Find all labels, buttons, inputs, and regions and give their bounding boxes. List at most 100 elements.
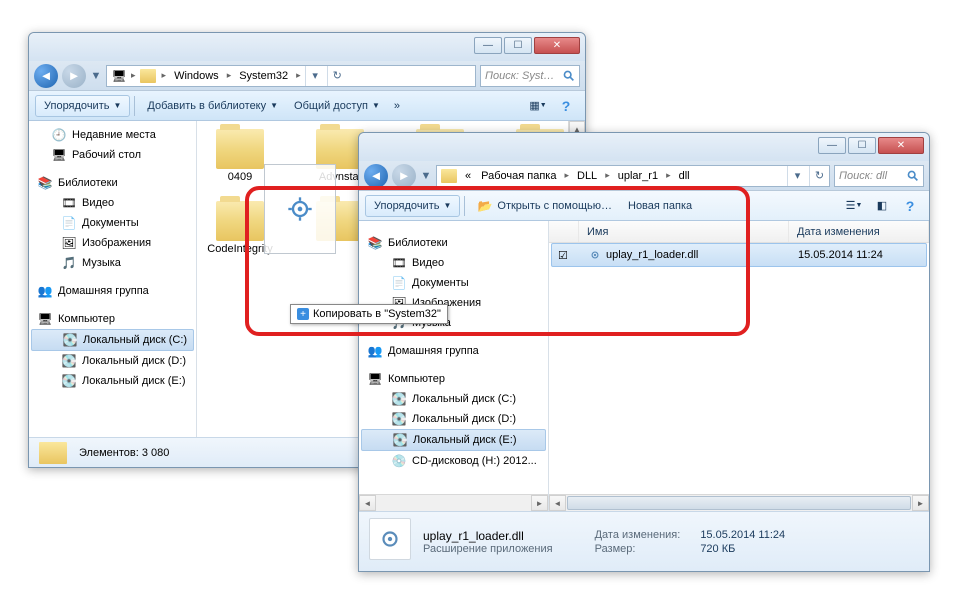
drive-icon: 💽	[391, 391, 407, 407]
nav-libraries[interactable]: 📚Библиотеки	[29, 173, 196, 193]
nav-desktop[interactable]: 🖥Рабочий стол	[29, 145, 196, 165]
folder-icon	[216, 201, 264, 241]
minimize-button[interactable]: —	[818, 137, 846, 154]
close-button[interactable]: ✕	[878, 137, 924, 154]
open-icon: 📂	[477, 198, 493, 214]
search-input[interactable]: Поиск: Syst…	[480, 65, 580, 87]
nav-recent[interactable]: 🕘Недавние места	[29, 125, 196, 145]
desktop-icon: 🖥	[51, 147, 67, 163]
history-dropdown[interactable]: ▼	[420, 170, 432, 182]
preview-pane-button[interactable]: ◧	[869, 195, 895, 217]
details-size-label: Размер:	[595, 543, 681, 555]
crumb-0[interactable]: Рабочая папка	[477, 170, 560, 182]
add-to-library-button[interactable]: Добавить в библиотеку ▼	[139, 96, 286, 116]
folder-item[interactable]: 0409	[205, 129, 275, 183]
navigation-pane: 📚Библиотеки 🎞Видео 📄Документы 🖼Изображен…	[359, 221, 549, 511]
file-name: uplay_r1_loader.dll	[606, 249, 698, 261]
checkbox-icon[interactable]: ☑	[558, 249, 568, 262]
nav-drive-d[interactable]: 💽Локальный диск (D:)	[359, 409, 548, 429]
organize-button[interactable]: Упорядочить ▼	[365, 195, 460, 217]
refresh-button[interactable]: ↻	[809, 166, 829, 186]
recent-icon: 🕘	[51, 127, 67, 143]
back-button[interactable]: ◄	[34, 64, 58, 88]
drive-icon: 💽	[391, 411, 407, 427]
address-bar: ◄ ► ▼ « Рабочая папка▸ DLL▸ uplar_r1▸ dl…	[359, 161, 929, 191]
search-placeholder: Поиск: Syst…	[485, 70, 554, 82]
music-icon: 🎵	[61, 255, 77, 271]
titlebar[interactable]: — ☐ ✕	[359, 133, 929, 161]
file-list[interactable]: Имя Дата изменения ☑ uplay_r1_loader.dll…	[549, 221, 929, 511]
back-button[interactable]: ◄	[364, 164, 388, 188]
file-row[interactable]: ☑ uplay_r1_loader.dll 15.05.2014 11:24	[551, 243, 927, 267]
video-icon: 🎞	[391, 255, 407, 271]
nav-videos[interactable]: 🎞Видео	[359, 253, 548, 273]
titlebar[interactable]: — ☐ ✕	[29, 33, 585, 61]
nav-computer[interactable]: 🖥Компьютер	[29, 309, 196, 329]
history-dropdown[interactable]: ▼	[90, 70, 102, 82]
help-button[interactable]: ?	[897, 195, 923, 217]
folder-item[interactable]: CodeIntegrity	[205, 201, 275, 255]
video-icon: 🎞	[61, 195, 77, 211]
open-with-button[interactable]: 📂Открыть с помощью…	[469, 194, 620, 218]
folder-icon	[39, 442, 67, 464]
folder-icon	[316, 129, 364, 169]
help-button[interactable]: ?	[553, 95, 579, 117]
view-options-button[interactable]: ▦ ▼	[525, 95, 551, 117]
organize-button[interactable]: Упорядочить ▼	[35, 95, 130, 117]
drive-icon: 💽	[61, 373, 77, 389]
search-input[interactable]: Поиск: dll	[834, 165, 924, 187]
nav-libraries[interactable]: 📚Библиотеки	[359, 233, 548, 253]
new-folder-button[interactable]: Новая папка	[620, 196, 700, 216]
col-checkbox[interactable]	[549, 221, 579, 242]
share-button[interactable]: Общий доступ ▼	[286, 96, 388, 116]
maximize-button[interactable]: ☐	[848, 137, 876, 154]
folder-icon	[316, 201, 364, 241]
homegroup-icon: 👥	[37, 283, 53, 299]
refresh-button[interactable]: ↻	[327, 66, 347, 86]
col-name[interactable]: Имя	[579, 221, 789, 242]
address-dropdown[interactable]: ▾	[305, 66, 325, 86]
crumb-system32[interactable]: System32	[235, 70, 292, 82]
search-icon	[906, 169, 919, 182]
sidebar-scrollbar[interactable]: ◄►	[359, 494, 548, 511]
nav-documents[interactable]: 📄Документы	[29, 213, 196, 233]
nav-drive-h[interactable]: 💿CD-дисковод (H:) 2012...	[359, 451, 548, 471]
address-dropdown[interactable]: ▾	[787, 166, 807, 186]
nav-homegroup[interactable]: 👥Домашняя группа	[359, 341, 548, 361]
nav-drive-e[interactable]: 💽Локальный диск (E:)	[29, 371, 196, 391]
copy-tooltip: + Копировать в "System32"	[290, 304, 448, 324]
computer-icon: 🖥	[367, 371, 383, 387]
nav-drive-e[interactable]: 💽Локальный диск (E:)	[361, 429, 546, 451]
nav-drive-d[interactable]: 💽Локальный диск (D:)	[29, 351, 196, 371]
crumb-overflow[interactable]: «	[461, 170, 475, 182]
crumb-3[interactable]: dll	[675, 170, 694, 182]
details-filename: uplay_r1_loader.dll	[423, 529, 553, 543]
maximize-button[interactable]: ☐	[504, 37, 532, 54]
scrollbar-horizontal[interactable]: ◄►	[549, 494, 929, 511]
crumb-1[interactable]: DLL	[573, 170, 601, 182]
picture-icon: 🖼	[61, 235, 77, 251]
crumb-windows[interactable]: Windows	[170, 70, 223, 82]
close-button[interactable]: ✕	[534, 37, 580, 54]
search-icon	[562, 69, 575, 82]
crumb-2[interactable]: uplar_r1	[614, 170, 662, 182]
forward-button[interactable]: ►	[392, 164, 416, 188]
nav-homegroup[interactable]: 👥Домашняя группа	[29, 281, 196, 301]
view-options-button[interactable]: ☰ ▼	[841, 195, 867, 217]
nav-computer[interactable]: 🖥Компьютер	[359, 369, 548, 389]
minimize-button[interactable]: —	[474, 37, 502, 54]
nav-documents[interactable]: 📄Документы	[359, 273, 548, 293]
nav-drive-c[interactable]: 💽Локальный диск (C:)	[31, 329, 194, 351]
nav-videos[interactable]: 🎞Видео	[29, 193, 196, 213]
nav-pictures[interactable]: 🖼Изображения	[29, 233, 196, 253]
toolbar: Упорядочить ▼ Добавить в библиотеку ▼ Об…	[29, 91, 585, 121]
computer-icon: 🖥	[37, 311, 53, 327]
forward-button[interactable]: ►	[62, 64, 86, 88]
breadcrumb-bar[interactable]: « Рабочая папка▸ DLL▸ uplar_r1▸ dll ▾ ↻	[436, 165, 830, 187]
col-modified[interactable]: Дата изменения	[789, 221, 929, 242]
libraries-icon: 📚	[37, 175, 53, 191]
nav-drive-c[interactable]: 💽Локальный диск (C:)	[359, 389, 548, 409]
document-icon: 📄	[391, 275, 407, 291]
breadcrumb-bar[interactable]: 🖥 ▸ ▸ Windows ▸ System32 ▸ ▾ ↻	[106, 65, 476, 87]
nav-music[interactable]: 🎵Музыка	[29, 253, 196, 273]
